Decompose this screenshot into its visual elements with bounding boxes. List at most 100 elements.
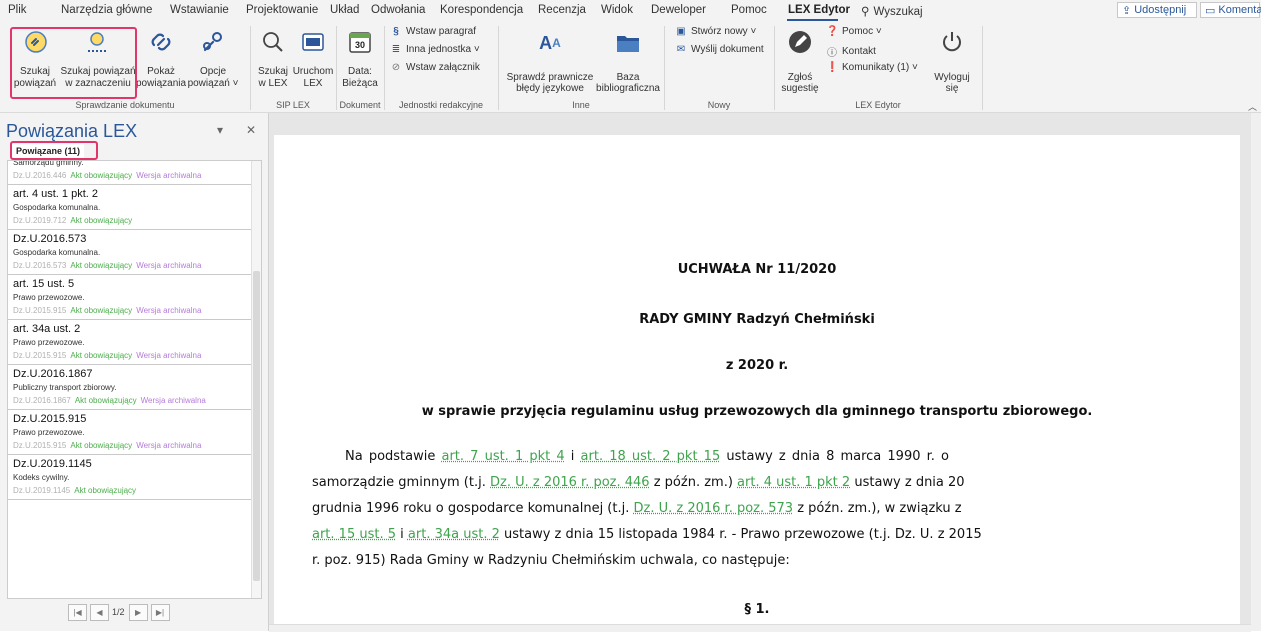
list-item-archive-link[interactable]: Wersja archiwalna (136, 351, 201, 360)
list-scroll-thumb[interactable] (253, 271, 260, 581)
list-item-status-link[interactable]: Akt obowiązujący (74, 486, 136, 495)
tab-korespondencja[interactable]: Korespondencja (440, 4, 523, 16)
tab-lex-edytor[interactable]: LEX Edytor (788, 4, 850, 16)
share-icon: ⇪ (1122, 4, 1132, 17)
doc-link[interactable]: art. 7 ust. 1 pkt 4 (442, 449, 565, 464)
list-item[interactable]: art. 34a ust. 2 Prawo przewozowe. Dz.U.201… (8, 320, 261, 365)
doc-link[interactable]: art. 4 ust. 1 pkt 2 (737, 475, 850, 490)
pokaz-powiazania-button[interactable]: Pokaż powiązania (136, 28, 186, 98)
doc-link[interactable]: art. 34a ust. 2 (408, 527, 500, 542)
doc-text: samorządzie gminnym (t.j. (312, 475, 486, 490)
tab-deweloper[interactable]: Deweloper (651, 4, 706, 16)
share-button[interactable]: ⇪ Udostępnij (1117, 2, 1197, 18)
wyloguj-button[interactable]: Wyloguj się (928, 28, 976, 98)
doc-text: ustawy z dnia 15 listopada 1984 r. - Pra… (504, 527, 982, 542)
group-label-nowy: Nowy (707, 100, 731, 110)
list-item-status-link[interactable]: Akt obowiązujący (70, 306, 132, 315)
wyloguj-line1: Wyloguj (934, 72, 970, 83)
magnifier-icon (261, 30, 285, 54)
list-item-status-link[interactable]: Akt obowiązujący (70, 261, 132, 270)
list-item-archive-link[interactable]: Wersja archiwalna (136, 261, 201, 270)
last-page-button[interactable]: ▶| (150, 603, 170, 621)
doc-link[interactable]: art. 15 ust. 5 (312, 527, 396, 542)
uruchom-lex-button[interactable]: Uruchom LEX (292, 28, 334, 98)
wstaw-paragraf-button[interactable]: § Wstaw paragraf (390, 26, 476, 37)
opcje-powiazan-button[interactable]: Opcje powiązań ˅ (186, 28, 240, 98)
doc-link[interactable]: Dz. U. z 2016 r. poz. 446 (490, 475, 650, 490)
document-vertical-scrollbar[interactable] (1251, 113, 1261, 631)
prev-page-button[interactable]: ◀ (90, 603, 109, 621)
ribbon-separator (774, 26, 775, 110)
data-biezaca-button[interactable]: 30 Data: Bieżąca (340, 28, 380, 98)
tab-wstawianie[interactable]: Wstawianie (170, 4, 229, 16)
list-item[interactable]: art. 15 ust. 5 Prawo przewozowe. Dz.U.2015… (8, 275, 261, 320)
tab-pomoc[interactable]: Pomoc (731, 4, 767, 16)
collapse-ribbon-icon[interactable]: ︿ (1248, 100, 1257, 113)
search-box[interactable]: ⚲ Wyszukaj (861, 4, 923, 18)
list-item-status-link[interactable]: Akt obowiązujący (70, 171, 132, 180)
list-item-archive-link[interactable]: Wersja archiwalna (136, 441, 201, 450)
tab-uklad[interactable]: Układ (330, 4, 359, 16)
list-item[interactable]: art. 4 ust. 1 pkt. 2 Gospodarka komunalna… (8, 185, 261, 230)
pomoc-label: Pomoc ˅ (842, 26, 882, 37)
list-item-status-link[interactable]: Akt obowiązujący (75, 396, 137, 405)
list-item-archive-link[interactable]: Wersja archiwalna (136, 306, 201, 315)
menu-bar: Plik Narzędzia główne Wstawianie Projekt… (0, 0, 1261, 22)
tab-recenzja[interactable]: Recenzja (538, 4, 586, 16)
doc-link[interactable]: art. 18 ust. 2 pkt 15 (581, 449, 721, 464)
doc-link[interactable]: Dz. U. z 2016 r. poz. 573 (634, 501, 794, 516)
related-list: Samorządu gminny. Dz.U.2016.446 Akt obowią… (7, 160, 262, 599)
first-page-button[interactable]: |◀ (68, 603, 87, 621)
first-page-icon: |◀ (73, 607, 82, 617)
help-icon: ❓ (826, 26, 839, 37)
pomoc-button[interactable]: ❓ Pomoc ˅ (826, 26, 882, 37)
inna-jednostka-button[interactable]: ≣ Inna jednostka ˅ (390, 44, 480, 55)
list-item[interactable]: Dz.U.2016.1867 Publiczny transport zbioro… (8, 365, 261, 410)
list-item-archive-link[interactable]: Wersja archiwalna (136, 171, 201, 180)
calendar-day: 30 (354, 40, 365, 50)
stworz-nowy-button[interactable]: ▣ Stwórz nowy ˅ (675, 26, 756, 37)
comment-icon: ▭ (1205, 4, 1216, 17)
list-item-ref: Dz.U.2015.915 (13, 306, 67, 315)
next-page-button[interactable]: ▶ (128, 603, 148, 621)
list-item-status-link[interactable]: Akt obowiązujący (70, 351, 132, 360)
baza-bibliograficzna-button[interactable]: Baza bibliograficzna (596, 28, 660, 98)
paragraph-icon: § (393, 26, 399, 37)
ribbon-separator (384, 26, 385, 110)
list-item[interactable]: Samorządu gminny. Dz.U.2016.446 Akt obowią… (8, 161, 261, 185)
tab-narzedzia-glowne[interactable]: Narzędzia główne (61, 4, 152, 16)
tab-odwolania[interactable]: Odwołania (371, 4, 425, 16)
list-item-title: art. 15 ust. 5 (13, 278, 75, 290)
send-icon: ✉ (676, 44, 686, 55)
wstaw-zalacznik-button[interactable]: ⊘ Wstaw załącznik (390, 62, 480, 73)
list-item[interactable]: Dz.U.2019.1145 Kodeks cywilny. Dz.U.2019.1… (8, 455, 261, 500)
komunikaty-button[interactable]: ❗ Komunikaty (1) ˅ (826, 62, 918, 73)
group-label-inne: Inne (572, 100, 590, 110)
pokaz-powiazania-line2: powiązania (136, 78, 187, 89)
list-item[interactable]: Dz.U.2016.573 Gospodarka komunalna. Dz.U.2… (8, 230, 261, 275)
sprawdz-prawnicze-button[interactable]: AA Sprawdź prawnicze błędy językowe (502, 28, 598, 98)
data-biezaca-line2: Bieżąca (342, 78, 378, 89)
pokaz-powiazania-line1: Pokaż (147, 66, 175, 77)
list-item-meta: Dz.U.2019.1145 Akt obowiązujący (13, 484, 256, 497)
comments-button[interactable]: ▭Komentarze (1200, 2, 1261, 18)
close-icon[interactable]: ✕ (246, 123, 256, 137)
list-item[interactable]: Dz.U.2015.915 Prawo przewozowe. Dz.U.2015.… (8, 410, 261, 455)
tab-plik[interactable]: Plik (8, 4, 27, 16)
list-item-archive-link[interactable]: Wersja archiwalna (141, 396, 206, 405)
list-item-status-link[interactable]: Akt obowiązujący (70, 441, 132, 450)
new-document-icon: ▣ (676, 26, 686, 37)
zglos-sugestie-button[interactable]: Zgłoś sugestię (778, 28, 822, 98)
tab-widok[interactable]: Widok (601, 4, 633, 16)
kontakt-button[interactable]: ⓘ Kontakt (826, 44, 876, 59)
szukaj-w-lex-button[interactable]: Szukaj w LEX (254, 28, 292, 98)
list-item-status-link[interactable]: Akt obowiązujący (70, 216, 132, 225)
wyslij-dokument-button[interactable]: ✉ Wyślij dokument (675, 44, 764, 55)
opcje-powiazan-line2: powiązań ˅ (187, 78, 239, 89)
document-page[interactable]: UCHWAŁA Nr 11/2020 RADY GMINY Radzyń Che… (274, 135, 1240, 624)
pane-options-icon[interactable]: ▾ (217, 123, 223, 137)
pane-title: Powiązania LEX (6, 121, 138, 141)
uruchom-lex-line2: LEX (303, 78, 323, 89)
tab-projektowanie[interactable]: Projektowanie (246, 4, 318, 16)
list-scrollbar[interactable] (251, 161, 261, 598)
